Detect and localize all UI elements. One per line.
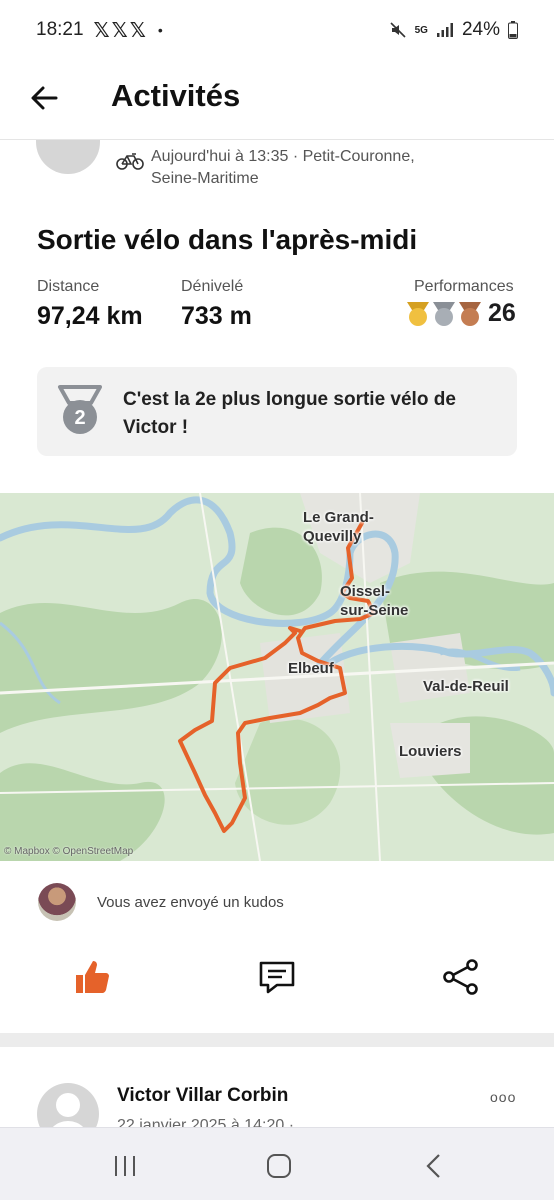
kudos-text: Vous avez envoyé un kudos (97, 894, 284, 911)
map-label-val-de-reuil: Val-de-Reuil (423, 678, 509, 695)
kudos-row[interactable]: Vous avez envoyé un kudos (0, 876, 554, 930)
system-nav-bar (0, 1127, 554, 1200)
app-header: Activités (0, 60, 554, 140)
map-label-elbeuf: Elbeuf (288, 660, 334, 677)
avatar[interactable] (38, 883, 76, 921)
status-time: 18:21 (36, 19, 84, 40)
comment-icon[interactable] (257, 957, 297, 997)
map-background (0, 493, 554, 861)
activity-header: Aujourd'hui à 13:35 · Petit-Couronne, Se… (0, 116, 554, 200)
more-icon[interactable]: ooo (490, 1089, 516, 1105)
map-label-oissel: Oissel- sur-Seine (340, 583, 409, 619)
performances-value: 26 (488, 299, 516, 327)
feed-separator (0, 1033, 554, 1047)
distance-value: 97,24 km (37, 302, 143, 330)
map-label-louviers: Louviers (399, 743, 462, 760)
activity-title[interactable]: Sortie vélo dans l'après-midi (37, 224, 417, 256)
notification-dot: • (157, 22, 163, 38)
battery-icon (508, 21, 518, 39)
distance-label: Distance (37, 278, 100, 295)
performances-medals: 26 (406, 299, 516, 328)
map-attribution[interactable]: © Mapbox © OpenStreetMap (4, 846, 133, 857)
page-title: Activités (111, 78, 241, 113)
share-icon[interactable] (441, 957, 481, 997)
achievement-card[interactable]: 2 C'est la 2e plus longue sortie vélo de… (37, 367, 517, 456)
status-bar: 18:21 𝕏𝕏𝕏 • 5G 24% (0, 0, 554, 60)
signal-icon (436, 23, 453, 37)
silver-medal-icon (433, 301, 455, 326)
map-label-grand-quevilly: Le Grand- Quevilly (303, 509, 374, 545)
activity-meta-text: Aujourd'hui à 13:35 · Petit-Couronne, Se… (151, 148, 415, 187)
battery-percent: 24% (461, 19, 500, 40)
next-activity-card[interactable]: Victor Villar Corbin ooo 22 janvier 2025… (0, 1047, 554, 1145)
achievement-text: C'est la 2e plus longue sortie vélo de V… (123, 389, 456, 438)
network-indicator: 5G (414, 24, 428, 36)
achievement-rank: 2 (74, 407, 85, 429)
bike-icon (116, 153, 144, 170)
elevation-label: Dénivelé (181, 278, 244, 295)
back-icon[interactable] (420, 1152, 450, 1180)
athlete-name[interactable]: Victor Villar Corbin (117, 1085, 288, 1107)
performances-label: Performances (414, 278, 514, 295)
recents-icon[interactable] (110, 1152, 140, 1180)
gold-medal-icon (407, 301, 429, 326)
bronze-medal-icon (459, 301, 481, 326)
elevation-value: 733 m (181, 302, 252, 330)
silver-medal-icon: 2 (58, 385, 102, 434)
mute-icon (390, 22, 406, 38)
route-map[interactable]: Le Grand- Quevilly Oissel- sur-Seine Elb… (0, 493, 554, 861)
x-notification-icon: 𝕏𝕏𝕏 (93, 19, 148, 42)
arrow-left-icon[interactable] (28, 82, 60, 114)
home-icon[interactable] (264, 1152, 294, 1180)
thumbs-up-icon[interactable] (72, 957, 112, 997)
activity-actions (0, 945, 554, 1015)
